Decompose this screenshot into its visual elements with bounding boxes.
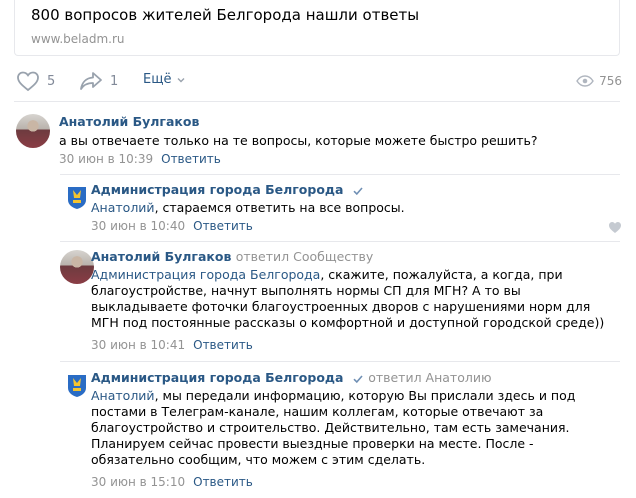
comment-meta: 30 июн в 15:10 Ответить [91,475,253,489]
comment-time[interactable]: 30 июн в 15:10 [91,475,185,489]
comment-author[interactable]: Анатолий Булгаков ответил Сообществу [91,249,373,264]
link-domain[interactable]: www.beladm.ru [31,32,125,46]
divider [60,361,620,362]
verified-icon [353,374,363,383]
comment-meta: 30 июн в 10:40 Ответить [91,219,253,233]
replied-to[interactable]: ответил Сообществу [236,249,373,264]
comment-author-name[interactable]: Администрация города Белгорода [91,182,343,197]
verified-icon [353,186,363,195]
mention-link[interactable]: Администрация города Белгорода [91,267,320,282]
share-icon [80,72,102,90]
reply-button[interactable]: Ответить [193,219,253,233]
eye-icon [576,75,594,87]
like-button[interactable]: 5 [16,70,55,92]
reply-button[interactable]: Ответить [193,475,253,489]
share-count: 1 [110,73,119,89]
city-emblem-icon [68,187,86,209]
comment-author[interactable]: Администрация города Белгорода ответил А… [91,370,492,385]
post-actions-bar: 5 1 Ещё 756 [0,64,636,100]
like-heart-icon[interactable] [608,221,622,234]
comment-text: а вы отвечаете только на те вопросы, кот… [59,133,538,148]
avatar[interactable] [60,181,94,215]
more-button[interactable]: Ещё [143,72,187,87]
avatar[interactable] [60,250,94,284]
city-emblem-icon [68,375,86,397]
comment-body: , мы передали информацию, которую Вы при… [91,388,576,467]
mention-link[interactable]: Анатолий [91,200,155,215]
share-button[interactable]: 1 [79,70,118,92]
comment-meta: 30 июн в 10:39 Ответить [59,152,221,166]
comment-meta: 30 июн в 10:41 Ответить [91,338,253,352]
comment-author-name[interactable]: Анатолий Булгаков [91,249,231,264]
comment-body: , стараемся ответить на все вопросы. [154,200,405,215]
views-counter: 756 [576,74,622,88]
comment-time[interactable]: 30 июн в 10:39 [59,152,153,166]
link-title[interactable]: 800 вопросов жителей Белгорода нашли отв… [31,6,419,24]
comment-time[interactable]: 30 июн в 10:40 [91,219,185,233]
divider [60,174,620,175]
replied-to[interactable]: ответил Анатолию [368,370,491,385]
divider [14,101,620,102]
like-count: 5 [47,73,56,89]
heart-icon [17,71,39,92]
reply-button[interactable]: Ответить [193,338,253,352]
comment-author[interactable]: Анатолий Булгаков [59,114,199,129]
comment-text: Администрация города Белгорода, скажите,… [91,267,611,331]
avatar[interactable] [60,369,94,403]
avatar[interactable] [16,114,50,148]
link-card[interactable]: 800 вопросов жителей Белгорода нашли отв… [14,0,620,56]
views-count: 756 [599,74,622,88]
comment-text: Анатолий, стараемся ответить на все вопр… [91,200,611,216]
comment-author-name[interactable]: Администрация города Белгорода [91,370,343,385]
comment-time[interactable]: 30 июн в 10:41 [91,338,185,352]
comment-author[interactable]: Администрация города Белгорода [91,182,364,197]
reply-button[interactable]: Ответить [161,152,221,166]
chevron-down-icon [177,77,185,82]
mention-link[interactable]: Анатолий [91,388,155,403]
more-label: Ещё [143,72,172,87]
divider [60,241,620,242]
comment-text: Анатолий, мы передали информацию, котору… [91,388,611,468]
